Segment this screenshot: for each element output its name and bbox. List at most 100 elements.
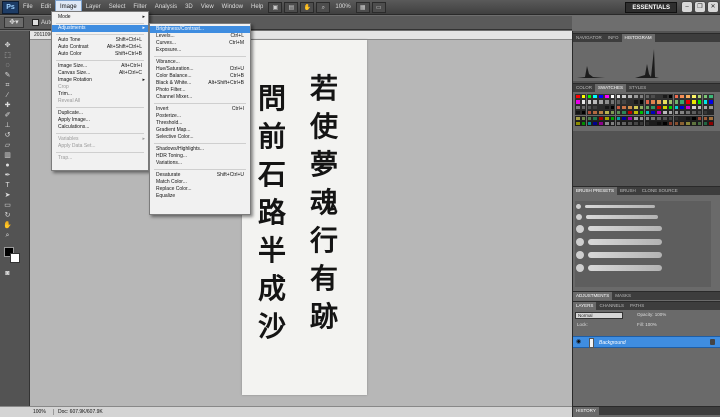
- workspace-essentials-button[interactable]: ESSENTIALS: [625, 2, 677, 13]
- crop-tool-icon[interactable]: ⌗: [2, 81, 13, 90]
- menu-view[interactable]: View: [197, 0, 218, 15]
- color-swatch[interactable]: [702, 120, 709, 127]
- gradient-tool-icon[interactable]: ▥: [2, 151, 13, 160]
- color-swatch[interactable]: [580, 120, 587, 127]
- tab-brush-presets[interactable]: BRUSH PRESETS: [573, 187, 618, 195]
- move-tool-preset-icon[interactable]: ✥▾: [4, 17, 24, 28]
- path-select-tool-icon[interactable]: ➤: [2, 191, 13, 200]
- menu-item-crop[interactable]: Crop: [52, 84, 148, 91]
- tab-layers[interactable]: LAYERS: [573, 302, 597, 310]
- color-swatch[interactable]: [690, 120, 697, 127]
- menu-item-duplicate[interactable]: Duplicate...: [52, 110, 148, 117]
- screen-mode-icon[interactable]: ▭: [371, 1, 386, 13]
- menu-item-vibrance[interactable]: Vibrance...: [150, 59, 250, 66]
- color-swatch[interactable]: [644, 120, 651, 127]
- tab-masks[interactable]: MASKS: [612, 292, 634, 300]
- color-swatch[interactable]: [638, 120, 645, 127]
- menu-item-hue-saturation[interactable]: Hue/Saturation... Ctrl+U: [150, 66, 250, 73]
- eye-icon[interactable]: ◉: [576, 339, 583, 345]
- tab-brush[interactable]: BRUSH: [617, 187, 639, 195]
- healing-tool-icon[interactable]: ✚: [2, 101, 13, 110]
- menu-item-auto-color[interactable]: Auto Color Shift+Ctrl+B: [52, 51, 148, 58]
- menu-item-apply-data-set[interactable]: Apply Data Set...: [52, 143, 148, 150]
- checkbox-box[interactable]: [32, 19, 39, 26]
- color-swatch[interactable]: [667, 120, 674, 127]
- quick-select-tool-icon[interactable]: ✎: [2, 71, 13, 80]
- close-icon[interactable]: ✕: [707, 1, 719, 13]
- fill-field[interactable]: Fill: 100%: [635, 322, 685, 329]
- shape-tool-icon[interactable]: ▭: [2, 201, 13, 210]
- minibridge-icon[interactable]: ▤: [284, 1, 299, 13]
- menu-item-match-color[interactable]: Match Color...: [150, 179, 250, 186]
- menu-item-image-rotation[interactable]: Image Rotation ▸: [52, 77, 148, 84]
- eyedropper-tool-icon[interactable]: ∕: [2, 91, 13, 100]
- brush-tool-icon[interactable]: ✐: [2, 111, 13, 120]
- type-tool-icon[interactable]: T: [2, 181, 13, 190]
- color-swatch[interactable]: [650, 120, 656, 127]
- menu-item-channel-mixer[interactable]: Channel Mixer...: [150, 94, 250, 101]
- color-swatch[interactable]: [598, 120, 604, 127]
- menu-item-reveal-all[interactable]: Reveal All: [52, 98, 148, 105]
- brush-preset-item[interactable]: [576, 212, 658, 221]
- tab-color[interactable]: COLOR: [573, 84, 595, 92]
- menu-item-invert[interactable]: Invert Ctrl+I: [150, 106, 250, 113]
- status-zoom-field[interactable]: 100%: [30, 409, 54, 415]
- menu-window[interactable]: Window: [218, 0, 247, 15]
- menu-item-variables[interactable]: Variables ▸: [52, 136, 148, 143]
- color-swatch[interactable]: [627, 120, 633, 127]
- tab-histogram[interactable]: HISTOGRAM: [621, 34, 655, 42]
- color-swatch[interactable]: [609, 120, 616, 127]
- color-swatch[interactable]: [621, 120, 627, 127]
- menu-item-exposure[interactable]: Exposure...: [150, 47, 250, 54]
- menu-item-levels[interactable]: Levels... Ctrl+L: [150, 33, 250, 40]
- color-swatch[interactable]: [696, 120, 703, 127]
- history-brush-tool-icon[interactable]: ↺: [2, 131, 13, 140]
- pen-tool-icon[interactable]: ✒: [2, 171, 13, 180]
- menu-item-equalize[interactable]: Equalize: [150, 193, 250, 200]
- menu-item-selective-color[interactable]: Selective Color...: [150, 134, 250, 141]
- dodge-tool-icon[interactable]: ●: [2, 161, 13, 170]
- tab-channels[interactable]: CHANNELS: [596, 302, 627, 310]
- color-swatch[interactable]: [679, 120, 685, 127]
- menu-item-variations[interactable]: Variations...: [150, 160, 250, 167]
- brush-preset-item[interactable]: [576, 263, 662, 272]
- blend-mode-select[interactable]: Normal: [575, 312, 623, 319]
- menu-item-image-size[interactable]: Image Size... Alt+Ctrl+I: [52, 63, 148, 70]
- menu-item-mode[interactable]: Mode ▸: [52, 14, 148, 21]
- color-swatch[interactable]: [661, 120, 668, 127]
- restore-icon[interactable]: ❐: [694, 1, 706, 13]
- menu-3d[interactable]: 3D: [181, 0, 197, 15]
- menu-analysis[interactable]: Analysis: [151, 0, 181, 15]
- eraser-tool-icon[interactable]: ▱: [2, 141, 13, 150]
- calligraphy-image[interactable]: 若 使 夢 魂 行 有 跡 問 前 石 路 半 成 沙: [242, 40, 367, 395]
- bridge-icon[interactable]: ▣: [268, 1, 283, 13]
- marquee-tool-icon[interactable]: ⬚: [2, 51, 13, 60]
- menu-item-shadows-highlights[interactable]: Shadows/Highlights...: [150, 146, 250, 153]
- status-doc-size[interactable]: Doc: 607.9K/607.9K: [54, 409, 103, 415]
- minimize-icon[interactable]: –: [681, 1, 693, 13]
- color-swatch[interactable]: [673, 120, 680, 127]
- menu-file[interactable]: File: [19, 0, 37, 15]
- menu-item-threshold[interactable]: Threshold...: [150, 120, 250, 127]
- menu-item-curves[interactable]: Curves... Ctrl+M: [150, 40, 250, 47]
- quick-mask-icon[interactable]: ◙: [2, 269, 13, 278]
- arrange-icon[interactable]: ▦: [355, 1, 370, 13]
- tab-clone-source[interactable]: CLONE SOURCE: [639, 187, 681, 195]
- menu-item-desaturate[interactable]: Desaturate Shift+Ctrl+U: [150, 172, 250, 179]
- move-tool-icon[interactable]: ✥: [2, 41, 13, 50]
- menu-item-trap[interactable]: Trap...: [52, 155, 148, 162]
- brush-preset-item[interactable]: [576, 202, 655, 211]
- zoom-level[interactable]: 100%: [331, 0, 354, 15]
- color-swatch[interactable]: [586, 120, 593, 127]
- color-swatch[interactable]: [603, 120, 610, 127]
- menu-help[interactable]: Help: [247, 0, 267, 15]
- opacity-field[interactable]: Opacity: 100%: [635, 312, 685, 319]
- menu-item-gradient-map[interactable]: Gradient Map...: [150, 127, 250, 134]
- brush-preset-item[interactable]: [576, 237, 662, 246]
- menu-item-replace-color[interactable]: Replace Color...: [150, 186, 250, 193]
- menu-item-canvas-size[interactable]: Canvas Size... Alt+Ctrl+C: [52, 70, 148, 77]
- menu-item-auto-contrast[interactable]: Auto Contrast Alt+Shift+Ctrl+L: [52, 44, 148, 51]
- layer-name[interactable]: Background: [599, 337, 626, 349]
- brush-preset-item[interactable]: [576, 250, 662, 259]
- color-swatch[interactable]: [632, 120, 639, 127]
